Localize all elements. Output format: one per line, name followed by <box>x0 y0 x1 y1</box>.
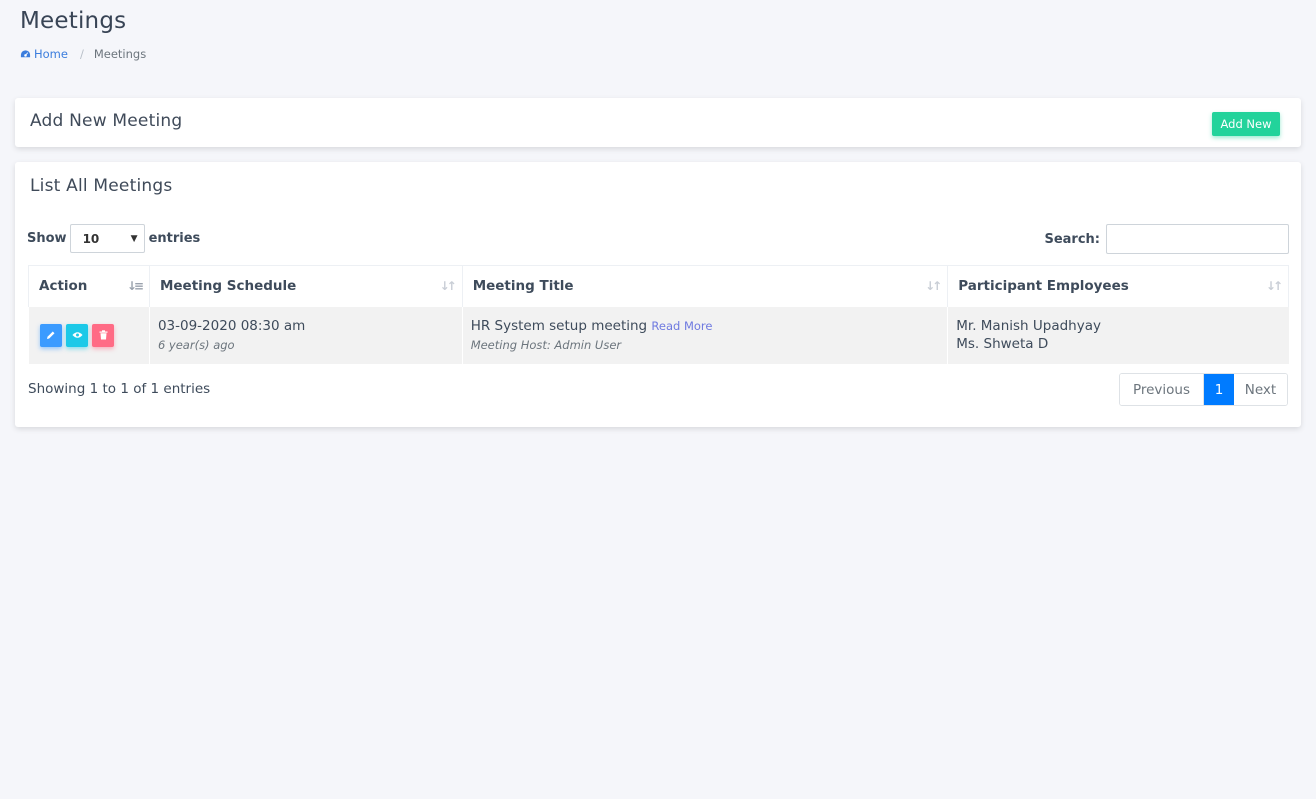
page-title: Meetings <box>20 8 127 34</box>
employees-cell: Mr. Manish Upadhyay Ms. Shweta D <box>947 306 1289 364</box>
chevron-down-icon: ▼ <box>130 234 138 244</box>
entries-length-value: 10 <box>82 231 100 246</box>
meetings-list-title: List All Meetings <box>30 176 173 196</box>
dashboard-icon <box>20 50 31 58</box>
table-header-row: Action ↓≡ Meeting Schedule ↓↑ Meeting Ti… <box>28 265 1289 307</box>
pagination: Previous 1 Next <box>1119 373 1288 406</box>
meeting-title: HR System setup meeting <box>470 317 648 334</box>
column-header-employees[interactable]: Participant Employees ↓↑ <box>947 265 1289 307</box>
meetings-list-card: List All Meetings Show 10 ▼ entries Sear… <box>15 162 1301 427</box>
breadcrumb-separator: / <box>79 47 84 61</box>
column-header-label: Action <box>39 278 88 295</box>
pagination-previous[interactable]: Previous <box>1120 374 1204 405</box>
column-header-title[interactable]: Meeting Title ↓↑ <box>461 265 948 307</box>
trash-icon <box>99 330 107 340</box>
column-header-label: Meeting Title <box>472 278 574 295</box>
entries-length-control: Show 10 ▼ entries <box>27 224 200 253</box>
meetings-table: Action ↓≡ Meeting Schedule ↓↑ Meeting Ti… <box>28 265 1289 364</box>
row-actions <box>37 318 149 347</box>
breadcrumb-home-link[interactable]: Home <box>20 47 68 61</box>
edit-button[interactable] <box>40 323 62 347</box>
schedule-cell: 03-09-2020 08:30 am 6 year(s) ago <box>148 306 463 364</box>
view-button[interactable] <box>66 323 88 347</box>
schedule-ago: 6 year(s) ago <box>157 337 235 352</box>
breadcrumb: Home / Meetings <box>20 47 146 61</box>
sort-icon: ↓↑ <box>1265 279 1283 293</box>
column-header-label: Meeting Schedule <box>159 278 297 295</box>
column-header-schedule[interactable]: Meeting Schedule ↓↑ <box>148 265 463 307</box>
breadcrumb-current: Meetings <box>93 47 147 61</box>
column-header-label: Participant Employees <box>958 278 1129 295</box>
show-label: Show <box>27 231 67 246</box>
meeting-host: Meeting Host: Admin User <box>470 337 622 352</box>
add-meeting-card: Add New Meeting Add New <box>15 98 1301 147</box>
table-row: 03-09-2020 08:30 am 6 year(s) ago HR Sys… <box>28 306 1289 364</box>
search-input[interactable] <box>1106 224 1289 254</box>
entries-length-select[interactable]: 10 ▼ <box>69 224 145 253</box>
add-meeting-title: Add New Meeting <box>30 111 183 131</box>
search-label: Search: <box>1044 231 1100 247</box>
employee-name: Ms. Shweta D <box>956 335 1049 352</box>
pagination-next[interactable]: Next <box>1234 374 1287 405</box>
delete-button[interactable] <box>92 323 114 347</box>
action-cell <box>28 306 150 364</box>
pagination-page-1[interactable]: 1 <box>1204 374 1234 405</box>
add-new-button[interactable]: Add New <box>1212 112 1280 136</box>
eye-icon <box>71 332 83 338</box>
search-control: Search: <box>1044 224 1289 254</box>
column-header-action[interactable]: Action ↓≡ <box>28 265 150 307</box>
sort-icon: ↓↑ <box>439 279 457 293</box>
employee-name: Mr. Manish Upadhyay <box>956 317 1101 334</box>
breadcrumb-home-label: Home <box>34 47 68 61</box>
page-header: Meetings <box>20 8 126 34</box>
entries-label: entries <box>148 231 201 246</box>
title-cell: HR System setup meeting Read More Meetin… <box>461 306 948 364</box>
table-info: Showing 1 to 1 of 1 entries <box>28 381 211 397</box>
read-more-link[interactable]: Read More <box>651 319 712 333</box>
pencil-icon <box>47 331 55 339</box>
schedule-datetime: 03-09-2020 08:30 am <box>157 317 306 334</box>
sort-icon: ↓≡ <box>126 279 144 293</box>
sort-icon: ↓↑ <box>925 279 942 293</box>
